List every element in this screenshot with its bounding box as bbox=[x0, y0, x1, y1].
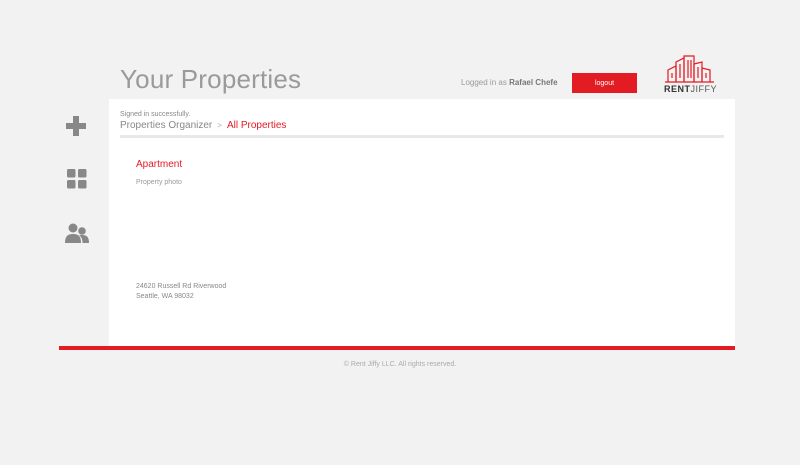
divider bbox=[120, 135, 724, 138]
grid-icon bbox=[67, 169, 87, 189]
footer-accent-bar bbox=[59, 346, 735, 350]
property-address-line1: 24620 Russell Rd Riverwood bbox=[136, 283, 227, 290]
properties-grid-button[interactable] bbox=[66, 168, 90, 192]
logo-text-light: JIFFY bbox=[690, 84, 717, 94]
footer-copyright: © Rent Jiffy LLC. All rights reserved. bbox=[343, 361, 457, 368]
logo-text-bold: RENT bbox=[664, 84, 691, 94]
breadcrumb-separator: > bbox=[217, 121, 222, 130]
users-icon bbox=[65, 223, 89, 243]
add-property-button[interactable] bbox=[64, 114, 88, 138]
plus-icon bbox=[66, 116, 86, 136]
login-info: Logged in as Rafael Chefe bbox=[461, 78, 558, 87]
logo-text: RENTJIFFY bbox=[664, 84, 717, 94]
login-prefix: Logged in as bbox=[461, 78, 507, 87]
rentjiffy-logo[interactable]: RENTJIFFY bbox=[662, 54, 722, 96]
property-address-line2: Seattle, WA 98032 bbox=[136, 293, 194, 300]
breadcrumb-root[interactable]: Properties Organizer bbox=[120, 120, 212, 131]
user-name: Rafael Chefe bbox=[509, 78, 558, 87]
breadcrumb: Properties Organizer > All Properties bbox=[120, 120, 286, 131]
flash-message: Signed in successfully. bbox=[120, 111, 191, 118]
content-panel: Signed in successfully. Properties Organ… bbox=[109, 99, 735, 346]
buildings-icon bbox=[665, 55, 714, 83]
page-title: Your Properties bbox=[120, 64, 302, 94]
logout-button[interactable]: logout bbox=[572, 73, 637, 93]
breadcrumb-current[interactable]: All Properties bbox=[227, 120, 286, 131]
property-photo[interactable]: Property photo bbox=[136, 179, 182, 186]
property-type-link[interactable]: Apartment bbox=[136, 159, 182, 170]
tenants-button[interactable] bbox=[65, 222, 89, 246]
